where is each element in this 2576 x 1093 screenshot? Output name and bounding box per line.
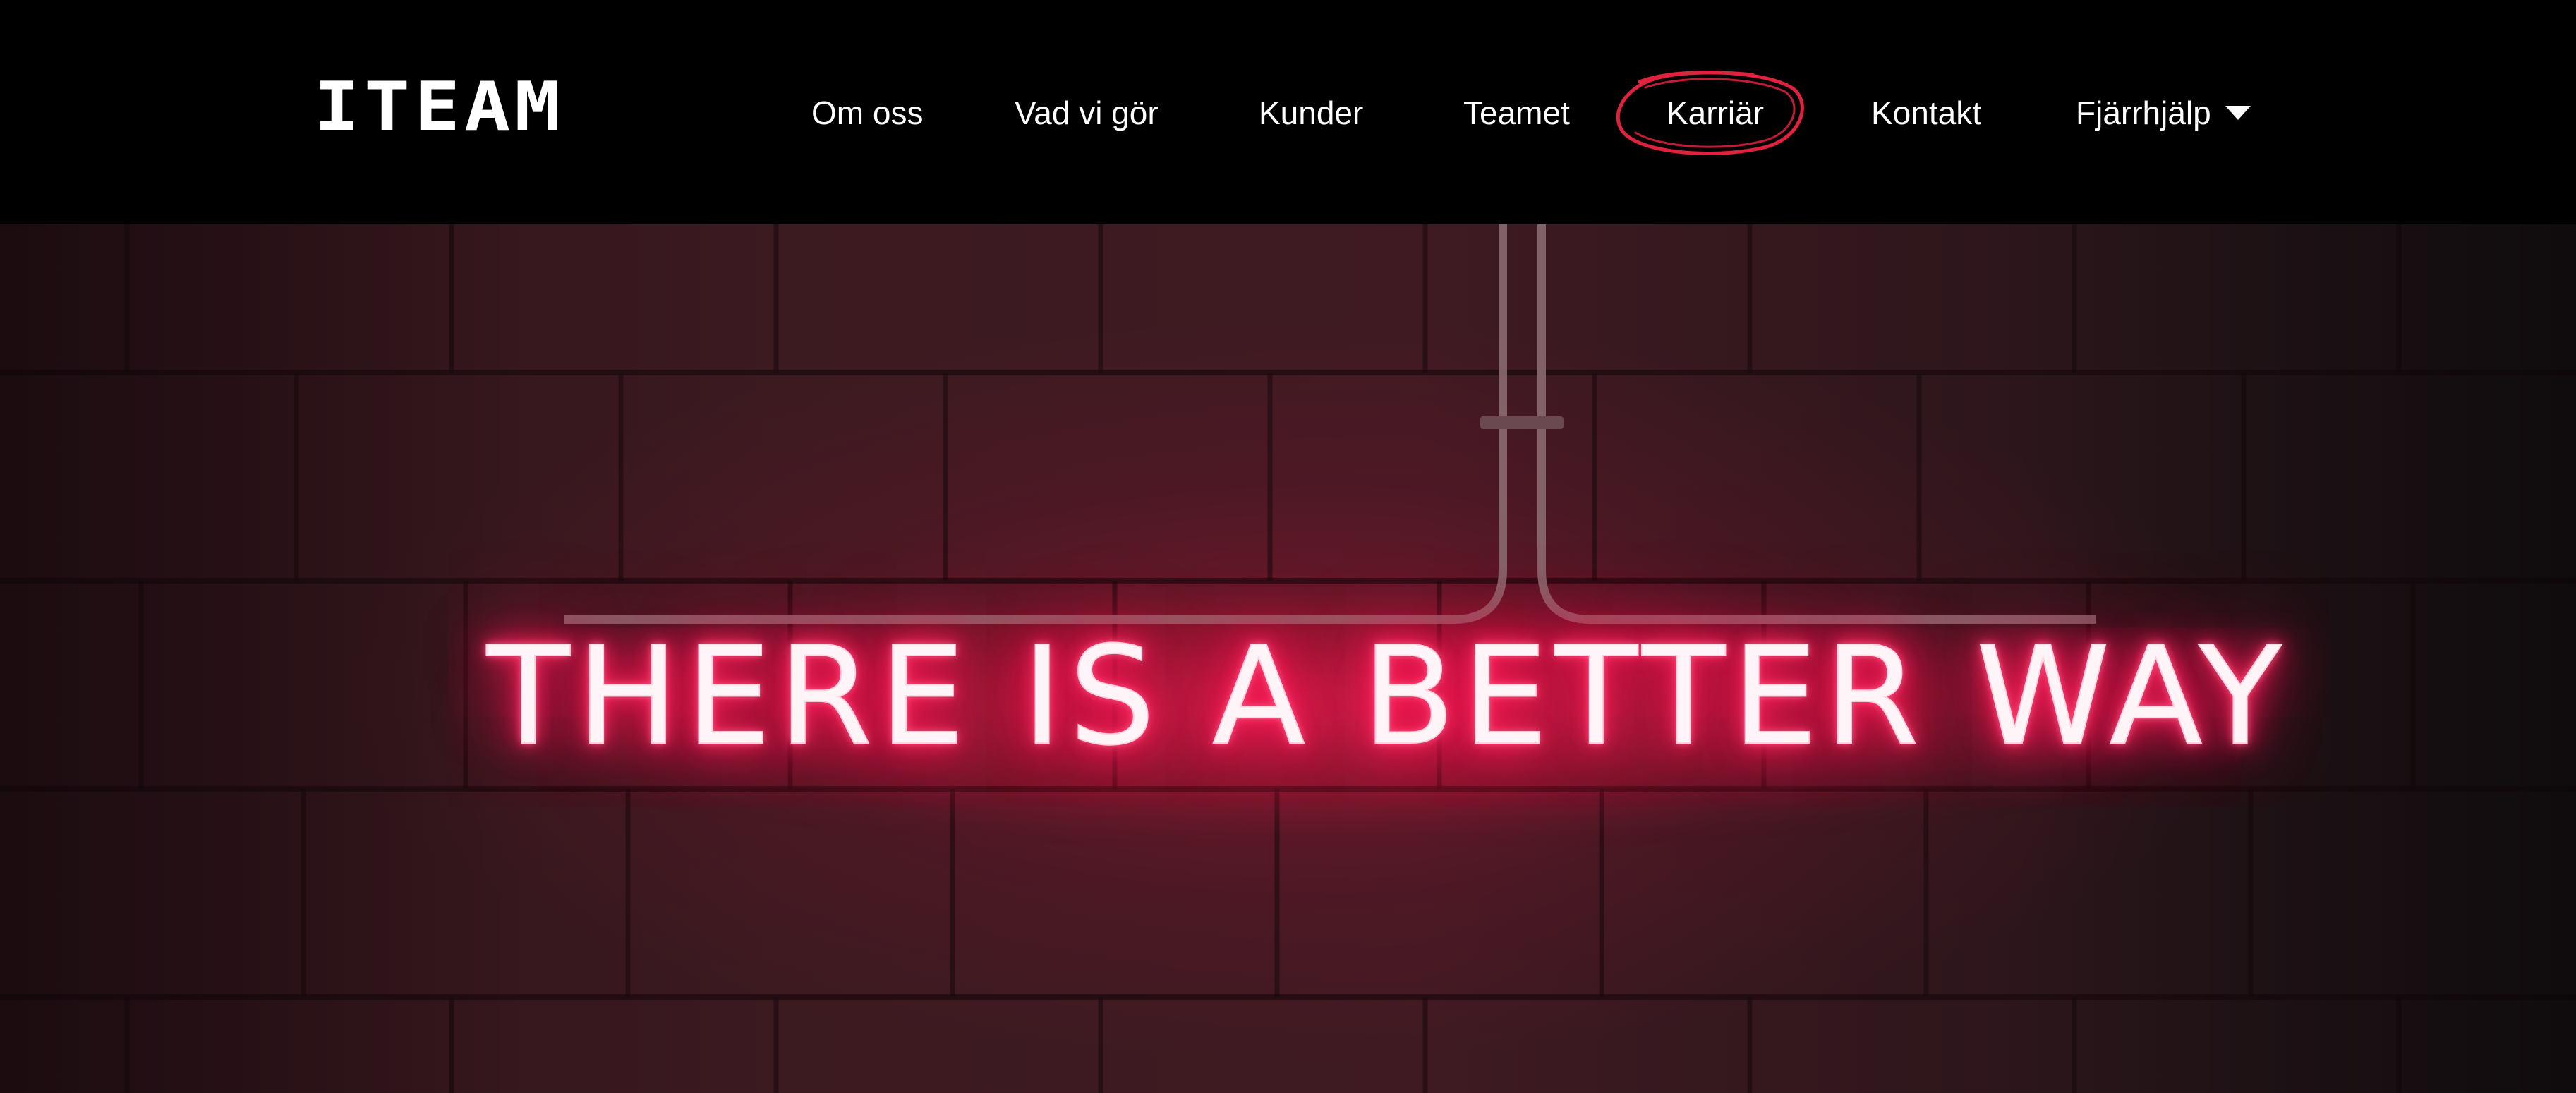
nav-item-kontakt[interactable]: Kontakt (1871, 87, 1981, 138)
page: ITEAM Om oss Vad vi gör Kunder Teamet Ka… (0, 0, 2576, 1093)
nav-item-vad-vi-gor[interactable]: Vad vi gör (1015, 87, 1159, 138)
hero-banner: THERE IS A BETTER WAY (0, 224, 2576, 1093)
neon-sign-text: THERE IS A BETTER WAY (486, 618, 2289, 775)
nav-item-kunder[interactable]: Kunder (1259, 87, 1363, 138)
nav-item-teamet[interactable]: Teamet (1463, 87, 1570, 138)
nav-item-karriar[interactable]: Karriär (1667, 87, 1764, 138)
caret-down-icon[interactable] (2225, 105, 2251, 120)
site-header: ITEAM Om oss Vad vi gör Kunder Teamet Ka… (0, 0, 2576, 224)
nav-item-fjarrhjalp-label: Fjärrhjälp (2076, 95, 2211, 131)
site-logo[interactable]: ITEAM (314, 74, 564, 141)
nav-item-fjarrhjalp[interactable]: Fjärrhjälp (2076, 87, 2251, 138)
nav-item-om-oss[interactable]: Om oss (811, 87, 923, 138)
